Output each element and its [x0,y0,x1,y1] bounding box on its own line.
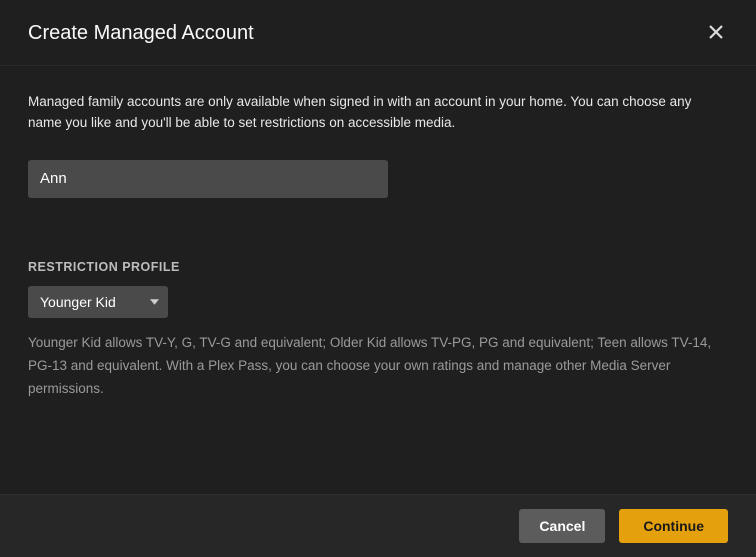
dialog-footer: Cancel Continue [0,494,756,557]
dialog-body: Managed family accounts are only availab… [0,66,756,427]
restriction-description: Younger Kid allows TV-Y, G, TV-G and equ… [28,332,728,401]
restriction-profile-select-wrap: Younger Kid [28,286,168,318]
continue-button[interactable]: Continue [619,509,728,543]
restriction-profile-label: RESTRICTION PROFILE [28,260,728,274]
dialog-header: Create Managed Account [0,0,756,66]
close-icon [708,24,724,43]
intro-text: Managed family accounts are only availab… [28,92,728,134]
name-input[interactable] [28,160,388,198]
close-button[interactable] [704,20,728,47]
cancel-button[interactable]: Cancel [519,509,605,543]
dialog-title: Create Managed Account [28,22,254,45]
restriction-profile-select[interactable]: Younger Kid [28,286,168,318]
